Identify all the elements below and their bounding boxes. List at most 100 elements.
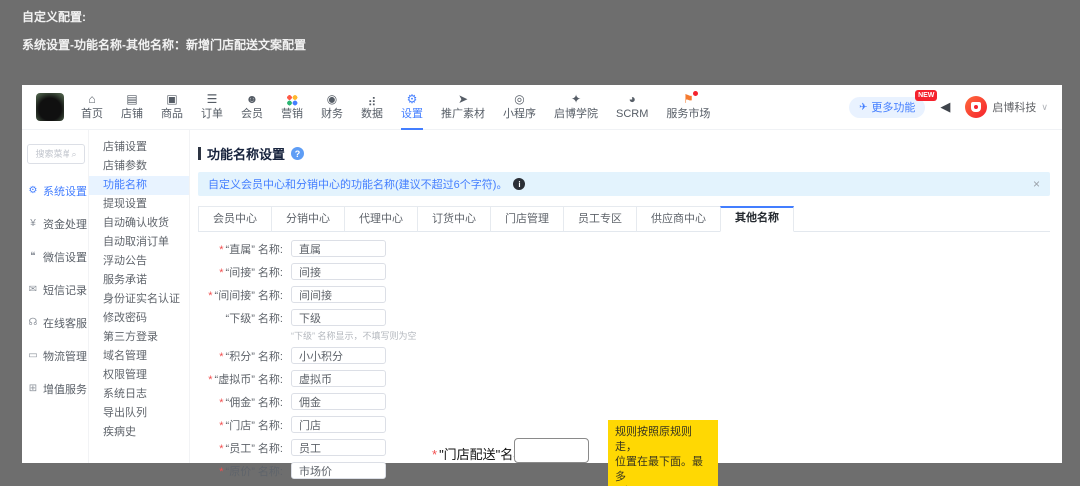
info-icon: i <box>513 178 526 190</box>
form-row-input[interactable] <box>291 263 386 280</box>
nav-item-label: 服务市场 <box>666 108 711 120</box>
sidebar-item-logistics[interactable]: ▭ 物流管理 <box>22 339 88 372</box>
required-asterisk: * <box>219 266 224 279</box>
form-row: “下级” 名称: <box>198 309 1050 326</box>
tab-4[interactable]: 订货中心 <box>417 206 490 232</box>
top-navbar: ⌂ 首页 ▤ 店铺 ▣ 商品 ☰ 订单 ☻ 会员 营销 ◉ 财务 ⣴ 数据 ⚙ 设置 ➤ 推广素材 ◎ 小程序 ✦ 启博学院… <box>22 85 1062 130</box>
submenu-item[interactable]: 浮动公告 <box>89 252 189 271</box>
account-menu[interactable]: 启博科技 ∨ <box>965 96 1048 118</box>
sidebar-item-funds[interactable]: ¥ 资金处理 <box>22 207 88 240</box>
nav-item-label: 小程序 <box>503 108 536 120</box>
sms-records-icon: ✉ <box>28 284 38 295</box>
wechat-settings-icon: ❝ <box>30 251 36 262</box>
nav-item-label: 店铺 <box>121 108 143 120</box>
online-service-icon: ☊ <box>28 317 38 328</box>
nav-item-mini-program[interactable]: ◎ 小程序 <box>502 91 537 123</box>
nav-item-academy[interactable]: ✦ 启博学院 <box>553 91 599 123</box>
submenu-item[interactable]: 第三方登录 <box>89 328 189 347</box>
required-asterisk: * <box>432 447 438 462</box>
required-asterisk: * <box>219 243 224 256</box>
nav-item-goods[interactable]: ▣ 商品 <box>160 91 184 123</box>
submenu-item[interactable]: 店铺参数 <box>89 157 189 176</box>
nav-item-marketing[interactable]: 营销 <box>280 92 304 123</box>
nav-item-home[interactable]: ⌂ 首页 <box>80 91 104 123</box>
tab-7[interactable]: 供应商中心 <box>636 206 720 232</box>
form-row: * “直属” 名称: <box>198 240 1050 257</box>
submenu-item[interactable]: 疾病史 <box>89 423 189 442</box>
new-field-input[interactable] <box>514 438 589 463</box>
sidebar-item-wechat-settings[interactable]: ❝ 微信设置 <box>22 240 88 273</box>
tab-2[interactable]: 分销中心 <box>271 206 344 232</box>
sidebar-item-system-settings[interactable]: ⚙ 系统设置 <box>22 174 88 207</box>
more-features-button[interactable]: ✈ 更多功能 NEW <box>849 89 938 118</box>
submenu-item[interactable]: 身份证实名认证 <box>89 290 189 309</box>
tab-8[interactable]: 其他名称 <box>720 206 794 232</box>
data-icon: ⣴ <box>367 92 377 106</box>
main-content: 功能名称设置 ? 自定义会员中心和分销中心的功能名称(建议不超过6个字符)。 i… <box>190 130 1062 479</box>
nav-item-scrm[interactable]: ◕ SCRM <box>615 91 649 123</box>
form-row-input[interactable] <box>291 439 386 456</box>
marketing-icon <box>286 93 298 106</box>
left-sidebar: ⌕ ⚙ 系统设置 ¥ 资金处理 ❝ 微信设置 ✉ 短信记录 ☊ 在线客服 ▭ 物流管理 ⊞ 增值服务 <box>22 130 88 463</box>
nav-item-members[interactable]: ☻ 会员 <box>240 91 264 123</box>
required-asterisk: * <box>219 442 224 455</box>
required-asterisk: * <box>219 419 224 432</box>
menu-search-input[interactable] <box>35 149 70 159</box>
notice-text: 自定义会员中心和分销中心的功能名称(建议不超过6个字符)。 <box>208 179 508 191</box>
submenu-item[interactable]: 导出队列 <box>89 404 189 423</box>
menu-search-box[interactable]: ⌕ <box>27 144 85 164</box>
page-title: 功能名称设置 <box>207 147 286 162</box>
help-icon[interactable]: ? <box>291 147 305 160</box>
nav-item-promo-material[interactable]: ➤ 推广素材 <box>440 91 486 123</box>
goods-icon: ▣ <box>166 92 178 106</box>
form-row-label: * “间间接” 名称: <box>208 289 283 302</box>
chevron-down-icon: ∨ <box>1041 101 1048 112</box>
sidebar-item-online-service[interactable]: ☊ 在线客服 <box>22 306 88 339</box>
tab-6[interactable]: 员工专区 <box>563 206 636 232</box>
nav-item-label: 推广素材 <box>441 108 485 120</box>
form-row-input[interactable] <box>291 309 386 326</box>
submenu-item[interactable]: 提现设置 <box>89 195 189 214</box>
submenu-item[interactable]: 权限管理 <box>89 366 189 385</box>
form-row-input[interactable] <box>291 393 386 410</box>
logistics-icon: ▭ <box>28 350 38 361</box>
sidebar-item-value-added-services[interactable]: ⊞ 增值服务 <box>22 372 88 405</box>
submenu-item[interactable]: 服务承诺 <box>89 271 189 290</box>
submenu-item[interactable]: 自动确认收货 <box>89 214 189 233</box>
form-row-label: * “间接” 名称: <box>219 266 283 279</box>
nav-item-service-market[interactable]: ⚑ 服务市场 <box>665 91 711 123</box>
tab-1[interactable]: 会员中心 <box>198 206 271 232</box>
submenu-item[interactable]: 域名管理 <box>89 347 189 366</box>
sidebar-items: ⚙ 系统设置 ¥ 资金处理 ❝ 微信设置 ✉ 短信记录 ☊ 在线客服 ▭ 物流管理 ⊞ 增值服务 <box>22 174 88 405</box>
tab-5[interactable]: 门店管理 <box>490 206 563 232</box>
tab-3[interactable]: 代理中心 <box>344 206 417 232</box>
form-row-input[interactable] <box>291 462 386 479</box>
nav-item-orders[interactable]: ☰ 订单 <box>200 91 224 123</box>
form-row-input[interactable] <box>291 286 386 303</box>
form-row-hint: “下级” 名称显示，不填写则为空 <box>291 331 417 341</box>
settings-icon: ⚙ <box>406 92 418 106</box>
nav-item-shop[interactable]: ▤ 店铺 <box>120 91 144 123</box>
nav-item-data[interactable]: ⣴ 数据 <box>360 91 384 123</box>
nav-item-settings[interactable]: ⚙ 设置 <box>400 91 424 123</box>
submenu-item[interactable]: 功能名称 <box>89 176 189 195</box>
form-row-input[interactable] <box>291 370 386 387</box>
submenu-item[interactable]: 系统日志 <box>89 385 189 404</box>
submenu-item[interactable]: 自动取消订单 <box>89 233 189 252</box>
submenu-item[interactable]: 店铺设置 <box>89 138 189 157</box>
form-row-input[interactable] <box>291 240 386 257</box>
form-row-label: * “门店” 名称: <box>219 419 283 432</box>
form-row-input[interactable] <box>291 347 386 364</box>
sidebar-item-label: 增值服务 <box>43 383 87 396</box>
close-icon[interactable]: × <box>1033 177 1040 191</box>
required-asterisk: * <box>219 350 224 363</box>
submenu-item[interactable]: 修改密码 <box>89 309 189 328</box>
form-row-input[interactable] <box>291 416 386 433</box>
announcement-speaker-icon[interactable]: ◀ <box>940 99 950 115</box>
form-row-label: * “原价” 名称: <box>219 465 283 478</box>
nav-item-finance[interactable]: ◉ 财务 <box>320 91 344 123</box>
sidebar-item-sms-records[interactable]: ✉ 短信记录 <box>22 273 88 306</box>
form-row: * “虚拟币” 名称: <box>198 370 1050 387</box>
required-asterisk: * <box>219 465 224 478</box>
more-features-label: 更多功能 <box>871 102 916 114</box>
